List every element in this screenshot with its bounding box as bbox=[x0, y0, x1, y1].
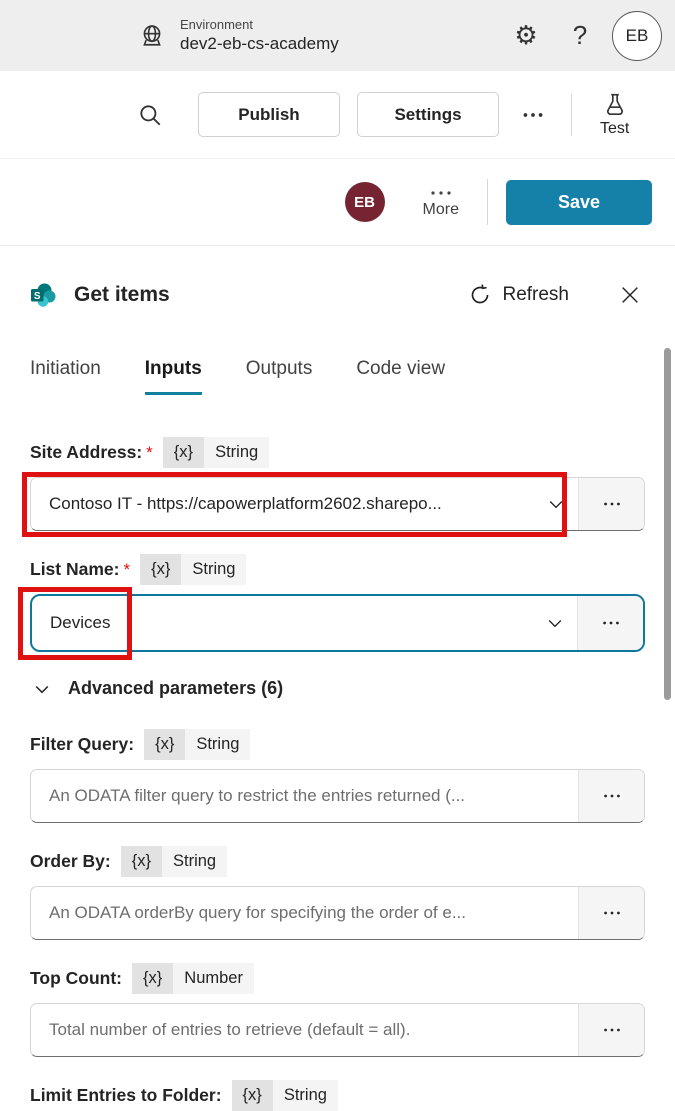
test-button[interactable]: Test bbox=[600, 92, 629, 138]
list-name-type-badge: String bbox=[181, 554, 247, 585]
toolbar-divider bbox=[571, 93, 572, 136]
dynamic-content-token-badge[interactable]: {x} bbox=[162, 437, 205, 468]
dynamic-content-token-badge[interactable]: {x} bbox=[231, 1080, 273, 1111]
dynamic-content-token-badge[interactable]: {x} bbox=[132, 963, 174, 994]
publish-button[interactable]: Publish bbox=[198, 92, 340, 137]
tab-code-view[interactable]: Code view bbox=[356, 358, 445, 395]
action-panel: S Get items Refresh Initiation Inputs Ou… bbox=[0, 246, 675, 1111]
refresh-label: Refresh bbox=[502, 284, 569, 305]
environment-picker[interactable]: Environment dev2-eb-cs-academy bbox=[138, 17, 339, 55]
search-button[interactable] bbox=[128, 93, 172, 137]
filter-query-field bbox=[30, 769, 645, 823]
search-icon bbox=[137, 102, 163, 128]
collaborator-avatar[interactable]: EB bbox=[344, 182, 385, 222]
list-name-input[interactable] bbox=[32, 596, 533, 650]
toolbar-overflow-button[interactable] bbox=[511, 93, 555, 137]
list-name-menu-button[interactable] bbox=[577, 596, 643, 650]
site-address-required-asterisk: * bbox=[146, 442, 153, 462]
filter-query-menu-button[interactable] bbox=[578, 770, 644, 822]
close-icon bbox=[619, 284, 641, 306]
save-button[interactable]: Save bbox=[506, 179, 652, 225]
list-name-dropdown-button[interactable] bbox=[533, 596, 577, 650]
question-icon: ? bbox=[572, 20, 588, 50]
tab-inputs[interactable]: Inputs bbox=[144, 358, 202, 395]
order-by-type-badge: String bbox=[162, 846, 228, 877]
dynamic-content-token-badge[interactable]: {x} bbox=[120, 846, 162, 877]
advanced-parameters-label: Advanced parameters (6) bbox=[68, 678, 284, 698]
filter-query-label: Filter Query: bbox=[30, 734, 135, 754]
top-count-menu-button[interactable] bbox=[578, 1004, 644, 1056]
site-address-dropdown-button[interactable] bbox=[534, 478, 578, 530]
more-button[interactable]: More bbox=[423, 186, 459, 219]
dynamic-content-token-badge[interactable]: {x} bbox=[144, 729, 186, 760]
order-by-label: Order By: bbox=[30, 851, 111, 871]
list-name-required-asterisk: * bbox=[123, 559, 131, 579]
list-name-field bbox=[18, 587, 645, 660]
tab-outputs[interactable]: Outputs bbox=[246, 358, 313, 395]
advanced-parameters-toggle[interactable]: Advanced parameters (6) bbox=[32, 678, 645, 699]
command-toolbar: Publish Settings Test bbox=[0, 71, 675, 159]
order-by-input[interactable] bbox=[31, 887, 578, 939]
test-label: Test bbox=[600, 119, 630, 137]
panel-scrollbar[interactable] bbox=[664, 348, 671, 700]
flow-action-bar: EB More Save bbox=[0, 159, 675, 246]
help-button[interactable]: ? bbox=[558, 14, 602, 58]
gear-icon: ⚙ bbox=[514, 20, 538, 50]
globe-icon bbox=[138, 22, 166, 50]
settings-button[interactable]: Settings bbox=[357, 92, 499, 137]
environment-name: dev2-eb-cs-academy bbox=[180, 34, 339, 53]
ellipsis-icon bbox=[601, 1019, 623, 1041]
chevron-down-icon bbox=[545, 613, 565, 633]
top-count-field bbox=[30, 1003, 645, 1057]
chevron-down-icon bbox=[32, 679, 52, 699]
top-count-input[interactable] bbox=[31, 1004, 578, 1056]
dynamic-content-token-badge[interactable]: {x} bbox=[140, 554, 182, 585]
site-address-label: Site Address: bbox=[30, 442, 143, 462]
close-panel-button[interactable] bbox=[615, 280, 645, 310]
filter-query-type-badge: String bbox=[185, 729, 251, 760]
limit-entries-label: Limit Entries to Folder: bbox=[30, 1085, 222, 1105]
settings-gear-button[interactable]: ⚙ bbox=[504, 14, 548, 58]
order-by-menu-button[interactable] bbox=[578, 887, 644, 939]
panel-tabs: Initiation Inputs Outputs Code view bbox=[30, 358, 645, 395]
ellipsis-icon bbox=[601, 785, 623, 807]
top-count-type-badge: Number bbox=[173, 963, 254, 994]
refresh-button[interactable]: Refresh bbox=[462, 282, 575, 308]
ellipsis-icon bbox=[601, 902, 623, 924]
panel-title: Get items bbox=[74, 283, 170, 306]
top-count-label: Top Count: bbox=[30, 968, 122, 988]
beaker-icon bbox=[602, 92, 628, 118]
sharepoint-icon: S bbox=[30, 281, 58, 309]
tab-initiation[interactable]: Initiation bbox=[30, 358, 101, 395]
environment-label: Environment bbox=[180, 16, 253, 32]
chevron-down-icon bbox=[546, 494, 566, 514]
site-address-menu-button[interactable] bbox=[578, 478, 644, 530]
site-address-field bbox=[22, 472, 645, 537]
ellipsis-icon bbox=[520, 102, 546, 128]
account-avatar[interactable]: EB bbox=[612, 10, 662, 61]
site-address-type-badge: String bbox=[204, 437, 270, 468]
more-ellipsis-icon bbox=[429, 186, 453, 200]
more-label: More bbox=[422, 200, 459, 218]
ellipsis-icon bbox=[600, 612, 622, 634]
actionbar-divider bbox=[487, 179, 488, 225]
list-name-label: List Name: bbox=[30, 559, 120, 579]
limit-entries-type-badge: String bbox=[272, 1080, 338, 1111]
environment-bar: Environment dev2-eb-cs-academy ⚙ ? EB bbox=[0, 0, 675, 71]
site-address-input[interactable] bbox=[31, 478, 534, 530]
ellipsis-icon bbox=[601, 493, 623, 515]
svg-text:S: S bbox=[34, 291, 41, 302]
refresh-icon bbox=[468, 283, 492, 307]
order-by-field bbox=[30, 886, 645, 940]
filter-query-input[interactable] bbox=[31, 770, 578, 822]
